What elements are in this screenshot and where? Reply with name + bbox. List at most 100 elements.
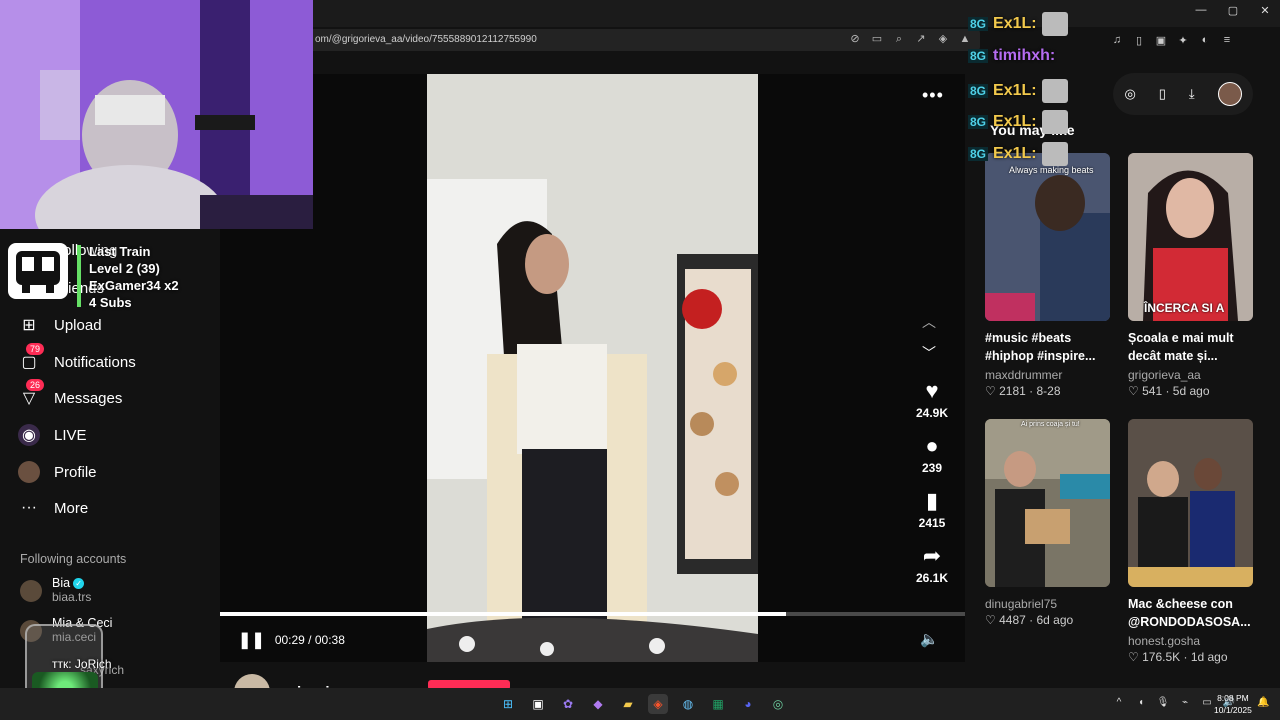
pause-icon[interactable]: ❚❚ xyxy=(238,630,265,650)
network-icon[interactable]: ⌁ xyxy=(1178,697,1192,708)
sidebar-item-label: More xyxy=(54,499,89,517)
sidebar-item-more[interactable]: ··· More xyxy=(18,494,88,522)
cast-icon[interactable]: ▭ xyxy=(870,32,884,46)
emote-icon xyxy=(1041,12,1068,36)
sub-train-alert: Last Train Level 2 (39) ExGamer34 x2 4 S… xyxy=(89,243,179,311)
card-date: 5d ago xyxy=(1172,384,1210,398)
following-account[interactable]: Bia ✓ biaa.trs xyxy=(20,576,91,604)
chat-badge: 8G xyxy=(968,84,989,98)
video-thumbnail: Ai prins coaja și tu! xyxy=(985,419,1110,587)
media-icon[interactable]: ♫ xyxy=(1110,34,1124,46)
more-options-icon[interactable]: ••• xyxy=(922,85,944,106)
wallet-icon[interactable]: ▣ xyxy=(1154,34,1168,47)
card-date: 8-28 xyxy=(1036,384,1061,398)
sidebar-item-messages[interactable]: ▽ 26 Messages xyxy=(18,379,122,412)
chat-username: timihxh: xyxy=(993,47,1056,64)
save-button[interactable]: ▮ 2415 xyxy=(910,488,954,530)
windows-start-icon[interactable]: ⊞ xyxy=(498,694,518,714)
card-description: Școala e mai mult decât mate și... xyxy=(1128,331,1234,363)
share-icon[interactable]: ↗ xyxy=(914,32,928,46)
chat-badge: 8G xyxy=(968,115,989,129)
device-icon[interactable]: ▯ xyxy=(1159,86,1166,102)
address-url[interactable]: om/@grigorieva_aa/video/7555889012112755… xyxy=(315,34,537,45)
copilot-app-icon[interactable]: ◆ xyxy=(588,694,608,714)
brave-shield-icon[interactable]: ◈ xyxy=(936,32,950,46)
avatar xyxy=(20,580,42,602)
chat-username: Ex1L: xyxy=(993,82,1037,99)
verified-icon: ✓ xyxy=(73,578,85,590)
sidebar-item-label: LIVE xyxy=(54,426,87,444)
user-avatar[interactable] xyxy=(1217,82,1242,106)
alert-line: Level 2 (39) xyxy=(89,261,160,276)
chat-badge: 8G xyxy=(968,49,989,63)
thumbnail-caption: ÎNCERCA SI A xyxy=(1144,301,1225,315)
previous-video-icon[interactable]: ︿ xyxy=(922,312,936,332)
minimize-icon[interactable]: — xyxy=(1194,4,1208,17)
sub-train-bar xyxy=(77,245,81,307)
headset-icon[interactable]: ◖ xyxy=(1134,697,1148,708)
tracking-icon[interactable]: ⊘ xyxy=(848,32,862,46)
taskbar-apps: ⊞ ▣ ✿ ◆ ▰ ◈ ◍ ▦ ◕ ◎ xyxy=(498,694,788,714)
maximize-icon[interactable]: ▢ xyxy=(1226,4,1240,17)
chat-username: Ex1L: xyxy=(993,145,1037,162)
suggested-video-card[interactable]: Ai prins coaja și tu! dinugabriel75 ♡ 44… xyxy=(985,419,1110,627)
notification-bell-icon[interactable]: 🔔 xyxy=(1257,697,1269,708)
display-icon[interactable]: ▭ xyxy=(1200,697,1214,708)
video-frame-image xyxy=(427,74,758,662)
share-icon: ➦ xyxy=(922,543,942,568)
close-icon[interactable]: ✕ xyxy=(1258,4,1272,17)
discord-icon[interactable]: ◕ xyxy=(738,694,758,714)
brave-browser-icon[interactable]: ◈ xyxy=(648,694,668,714)
copilot-icon[interactable]: ✿ xyxy=(558,694,578,714)
card-author: maxddrummer xyxy=(985,368,1063,382)
next-video-icon[interactable]: ﹀ xyxy=(922,343,936,363)
card-description: #music #beats #hiphop #inspire... xyxy=(985,331,1096,363)
task-view-icon[interactable]: ▣ xyxy=(528,694,548,714)
file-explorer-icon[interactable]: ▰ xyxy=(618,694,638,714)
globe-app-icon[interactable]: ◎ xyxy=(768,694,788,714)
extensions-icon[interactable]: ✦ xyxy=(1176,34,1190,47)
excel-icon[interactable]: ▦ xyxy=(708,694,728,714)
video-player[interactable] xyxy=(427,74,758,662)
card-date: 6d ago xyxy=(1036,613,1074,627)
sidebar-icon[interactable]: ▯ xyxy=(1132,34,1146,47)
sidebar-item-profile[interactable]: Profile xyxy=(18,458,97,486)
card-likes: 4487 xyxy=(999,613,1026,627)
suggested-video-card[interactable]: Mac &cheese con @RONDODASOSA... honest.g… xyxy=(1128,419,1253,664)
alert-line: Last Train xyxy=(89,244,151,259)
video-thumbnail xyxy=(1128,419,1253,587)
sidebar-item-label: Upload xyxy=(54,316,102,334)
chat-message: 8G timihxh: xyxy=(968,47,1055,65)
sidebar-item-notifications[interactable]: ▢ 79 Notifications xyxy=(18,343,136,376)
suggested-video-card[interactable]: ÎNCERCA SI A Școala e mai mult decât mat… xyxy=(1128,153,1253,398)
card-meta: ♡ 176.5K · 1d ago xyxy=(1128,650,1228,664)
comment-button[interactable]: ● 239 xyxy=(910,433,954,475)
sidebar-item-upload[interactable]: ⊞ Upload xyxy=(18,311,102,339)
taskbar-clock[interactable]: 8:08 PM 10/1/2025 xyxy=(1214,692,1252,716)
alert-line: ExGamer34 x2 xyxy=(89,278,179,293)
thumbnail-caption: Always making beats xyxy=(1009,165,1094,175)
share-button[interactable]: ➦ 26.1K xyxy=(910,543,954,585)
like-button[interactable]: ♥ 24.9K xyxy=(910,378,954,420)
microphone-icon[interactable]: 🎙 xyxy=(1156,697,1170,708)
browser-toolbar: ♫ ▯ ▣ ✦ ◐ ≡ xyxy=(1110,29,1234,51)
sidebar-item-live[interactable]: ◉ LIVE xyxy=(18,421,87,449)
coins-icon[interactable]: ◎ xyxy=(1124,86,1135,102)
suggested-video-card[interactable]: Always making beats #music #beats #hipho… xyxy=(985,153,1110,398)
steam-icon[interactable]: ◍ xyxy=(678,694,698,714)
tray-overflow-icon[interactable]: ^ xyxy=(1112,697,1126,708)
alert-line: 4 Subs xyxy=(89,295,132,310)
download-icon[interactable]: ⤓ xyxy=(1189,86,1195,102)
chat-message: 8G Ex1L: xyxy=(968,79,1068,103)
thumbnail-image xyxy=(1128,153,1253,321)
video-progress-bar[interactable] xyxy=(220,612,965,616)
address-bar[interactable]: om/@grigorieva_aa/video/7555889012112755… xyxy=(305,29,980,51)
volume-icon[interactable]: 🔈 xyxy=(920,630,939,648)
notifications-icon: ▢ 79 xyxy=(18,343,45,373)
menu-icon[interactable]: ≡ xyxy=(1220,34,1234,46)
time-current: 00:29 xyxy=(274,633,305,647)
video-thumbnail: Always making beats xyxy=(985,153,1110,321)
vpn-icon[interactable]: ◐ xyxy=(1198,34,1212,46)
zoom-icon[interactable]: ⌕ xyxy=(892,32,906,46)
sidebar-item-label: Notifications xyxy=(54,353,136,371)
